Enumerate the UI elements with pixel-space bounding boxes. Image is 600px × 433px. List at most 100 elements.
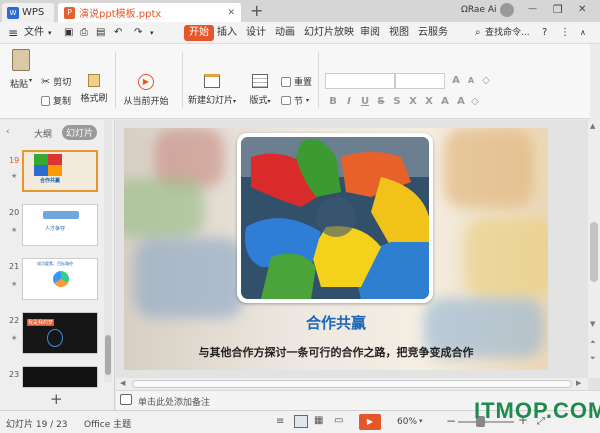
section-button[interactable]: 节 ▾	[281, 94, 309, 107]
layout-label: 版式	[249, 96, 268, 106]
prev-slide-icon[interactable]: ⏶	[590, 338, 596, 347]
wps-home-tab[interactable]: W WPS	[2, 3, 54, 22]
user-name[interactable]: ΩRae Ai	[461, 5, 497, 15]
zoom-dropdown-icon[interactable]: ▾	[419, 417, 423, 425]
help-icon[interactable]: ?	[542, 25, 547, 41]
layout-button[interactable]: 版式▾	[246, 74, 274, 106]
slide-thumbnail-19[interactable]: 合作共赢	[22, 150, 98, 192]
next-slide-icon[interactable]: ⏷	[590, 354, 596, 363]
notes-input[interactable]: 单击此处添加备注	[138, 395, 210, 408]
slide-thumbnail-22[interactable]: 我是我的梦	[22, 312, 98, 354]
search-icon[interactable]: ⌕	[475, 25, 481, 41]
menu-slideshow[interactable]: 幻灯片放映	[304, 25, 354, 41]
new-slide-button[interactable]: 新建幻灯片▾	[186, 74, 238, 106]
avatar[interactable]	[500, 3, 514, 17]
panel-scrollbar[interactable]	[104, 120, 112, 382]
copy-label: 复制	[53, 97, 72, 107]
reading-view-icon[interactable]: ▭	[334, 415, 343, 426]
quick-access-more-icon[interactable]: ▾	[150, 25, 154, 41]
canvas-horizontal-scrollbar[interactable]: ◀ ▶	[116, 378, 588, 390]
from-current-label: 从当前开始	[123, 97, 169, 107]
cut-button[interactable]: ✂ 剪切	[41, 75, 71, 88]
paste-button[interactable]: 粘贴 ▾	[8, 49, 34, 90]
slide-thumbnail-21[interactable]: 成功要素、目标路径	[22, 258, 98, 300]
menu-start[interactable]: 开始	[184, 25, 214, 41]
close-tab-icon[interactable]: ✕	[227, 8, 235, 18]
separator	[182, 52, 183, 108]
menu-cloud[interactable]: 云服务	[418, 25, 448, 41]
decrease-font-icon[interactable]: A	[464, 74, 478, 88]
eraser-icon[interactable]: ◇	[468, 95, 482, 109]
reset-button[interactable]: 重置	[281, 75, 312, 88]
menu-design[interactable]: 设计	[246, 25, 266, 41]
chevron-down-icon[interactable]: ▾	[48, 25, 52, 41]
paste-label-row: 粘贴 ▾	[8, 77, 34, 90]
font-color-icon[interactable]: A	[454, 95, 468, 109]
format-painter-button[interactable]: 格式刷	[78, 74, 110, 104]
separator	[318, 52, 319, 108]
new-slide-label-row: 新建幻灯片▾	[186, 93, 238, 106]
scroll-right-icon[interactable]: ▶	[576, 379, 581, 387]
print-icon[interactable]: ⎙	[80, 25, 88, 41]
strikethrough-icon[interactable]: S	[374, 95, 388, 109]
menu-view[interactable]: 视图	[389, 25, 409, 41]
slide-panel: ‹ 大纲 幻灯片 19 ★ 合作共赢 20 ★ 人才争夺 21 ★ 成功要素、目…	[0, 120, 115, 410]
superscript-icon[interactable]: X	[406, 95, 420, 109]
thumb-wheel	[53, 271, 69, 287]
panel-scroll-thumb[interactable]	[105, 335, 111, 375]
clear-format-icon[interactable]: ◇	[479, 74, 493, 88]
subscript-icon[interactable]: X	[422, 95, 436, 109]
add-slide-button[interactable]: +	[50, 390, 63, 408]
slide-thumbnail-23[interactable]	[22, 366, 98, 388]
tab-outline[interactable]: 大纲	[34, 127, 52, 140]
from-current-button[interactable]: ▶ 从当前开始	[120, 74, 172, 107]
slide-number: 23	[9, 370, 20, 379]
ribbon-scrollbar[interactable]	[590, 44, 600, 119]
more-icon[interactable]: ⋮	[560, 25, 570, 41]
italic-icon[interactable]: I	[342, 95, 356, 109]
restore-button[interactable]: ❐	[553, 3, 563, 16]
slide-title[interactable]: 合作共赢	[124, 312, 548, 333]
normal-view-icon[interactable]	[294, 415, 308, 428]
scroll-left-icon[interactable]: ◀	[120, 379, 125, 387]
notes-toggle-icon[interactable]: ≡	[276, 416, 284, 427]
slide-subtitle[interactable]: 与其他合作方探讨一条可行的合作之路，把竞争变成合作	[124, 344, 548, 360]
zoom-out-button[interactable]: −	[446, 414, 456, 428]
collapse-ribbon-icon[interactable]: ∧	[580, 25, 586, 41]
search-command[interactable]: 查找命令...	[485, 25, 530, 41]
slide-sorter-icon[interactable]: ▦	[314, 415, 323, 426]
hamburger-menu-icon[interactable]: ≡	[8, 25, 18, 41]
save-icon[interactable]: ▣	[64, 25, 73, 41]
font-name-select[interactable]	[325, 73, 395, 89]
close-window-button[interactable]: ✕	[578, 4, 586, 15]
bold-icon[interactable]: B	[326, 95, 340, 109]
underline-icon[interactable]: U	[358, 95, 372, 109]
scroll-down-icon[interactable]: ▼	[590, 320, 595, 328]
minimize-button[interactable]: —	[528, 4, 537, 14]
collapse-panel-icon[interactable]: ‹	[6, 127, 10, 137]
font-size-select[interactable]	[395, 73, 445, 89]
char-spacing-icon[interactable]: A	[438, 95, 452, 109]
section-icon	[281, 96, 291, 105]
shadow-icon[interactable]: S	[390, 95, 404, 109]
canvas-scroll-thumb[interactable]	[590, 222, 598, 282]
menu-animation[interactable]: 动画	[275, 25, 295, 41]
redo-icon[interactable]: ↷	[134, 25, 142, 41]
menu-insert[interactable]: 插入	[217, 25, 237, 41]
file-menu[interactable]: 文件	[24, 25, 44, 41]
new-tab-button[interactable]: +	[250, 1, 263, 20]
copy-button[interactable]: 复制	[41, 94, 71, 107]
undo-icon[interactable]: ↶	[114, 25, 122, 41]
canvas-vertical-scrollbar[interactable]: ▲ ▼ ⏶ ⏷	[588, 120, 600, 378]
tab-slides[interactable]: 幻灯片	[62, 125, 98, 140]
increase-font-icon[interactable]: A	[449, 74, 463, 88]
document-tab[interactable]: P 演说ppt模板.pptx ✕	[58, 3, 241, 22]
zoom-level[interactable]: 60%	[397, 417, 417, 427]
canvas-hscroll-thumb[interactable]	[132, 380, 572, 388]
slideshow-play-button[interactable]: ▶	[359, 414, 381, 430]
menu-review[interactable]: 审阅	[360, 25, 380, 41]
slide-canvas[interactable]: 合作共赢 与其他合作方探讨一条可行的合作之路，把竞争变成合作	[124, 128, 548, 370]
print-preview-icon[interactable]: ▤	[96, 25, 105, 41]
slide-thumbnail-20[interactable]: 人才争夺	[22, 204, 98, 246]
scroll-up-icon[interactable]: ▲	[590, 122, 595, 130]
